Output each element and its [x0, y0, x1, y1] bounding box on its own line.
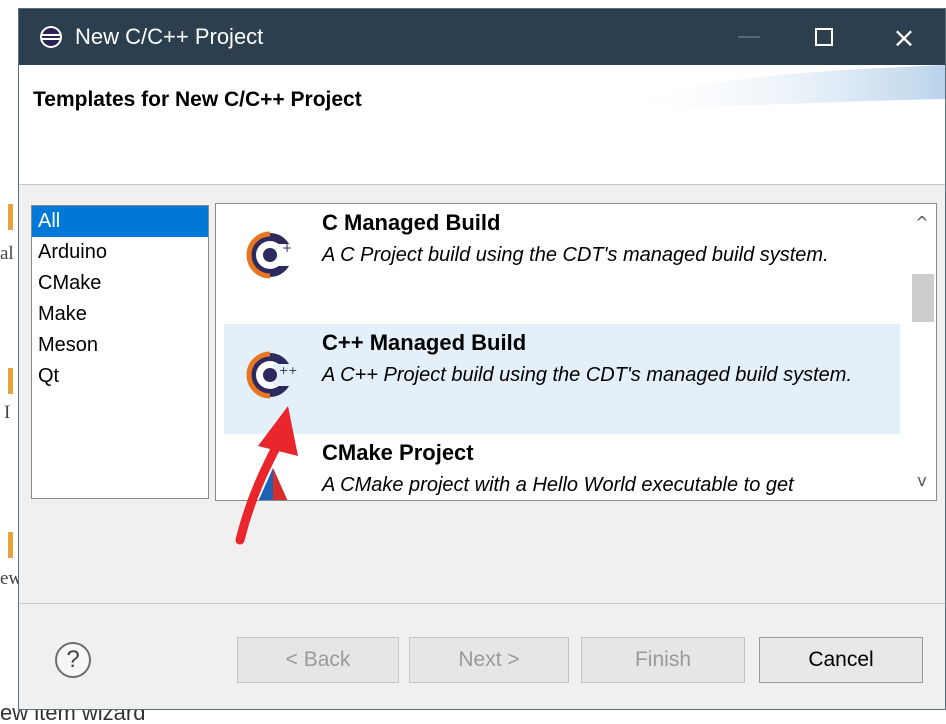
eclipse-icon [40, 26, 62, 48]
template-item-cmake-project[interactable]: CMake Project A CMake project with a Hel… [224, 434, 900, 500]
maximize-icon [815, 28, 833, 46]
template-list-scrollbar[interactable]: ^ v [908, 204, 936, 500]
template-description: A C++ Project build using the CDT's mana… [322, 364, 852, 386]
title-bar[interactable]: New C/C++ Project × [19, 9, 945, 65]
background-text-fragment: I [4, 402, 11, 423]
background-highlight [8, 368, 13, 394]
back-button[interactable]: < Back [237, 637, 399, 683]
template-list[interactable]: + C Managed Build A C Project build usin… [215, 203, 937, 501]
annotation-arrow-icon [235, 406, 298, 545]
category-item-make[interactable]: Make [32, 299, 208, 330]
minimize-button[interactable] [709, 9, 789, 65]
svg-text:++: ++ [279, 364, 297, 377]
close-button[interactable]: × [864, 9, 944, 65]
template-description: A C Project build using the CDT's manage… [322, 244, 829, 266]
category-item-qt[interactable]: Qt [32, 361, 208, 392]
new-project-dialog: New C/C++ Project × Templates for New C/… [18, 8, 946, 710]
maximize-button[interactable] [784, 9, 864, 65]
category-list[interactable]: All Arduino CMake Make Meson Qt [31, 205, 209, 499]
template-name: C++ Managed Build [322, 330, 527, 355]
template-name: CMake Project [322, 440, 474, 465]
cdt-c-icon: + [246, 231, 293, 279]
page-title: Templates for New C/C++ Project [33, 88, 362, 111]
finish-button[interactable]: Finish [581, 637, 745, 683]
template-description: A CMake project with a Hello World execu… [322, 474, 794, 496]
template-name: C Managed Build [322, 210, 501, 235]
category-item-all[interactable]: All [32, 206, 208, 237]
scroll-down-icon[interactable]: v [908, 468, 936, 494]
template-item-cpp-managed-build[interactable]: ++ C++ Managed Build A C++ Project build… [224, 324, 900, 434]
minimize-icon [738, 36, 760, 38]
background-highlight [8, 532, 13, 558]
cancel-button[interactable]: Cancel [759, 637, 923, 683]
category-item-arduino[interactable]: Arduino [32, 237, 208, 268]
help-button[interactable]: ? [55, 642, 91, 678]
svg-text:+: + [282, 241, 292, 255]
header-banner-graphic [615, 65, 945, 109]
wizard-header: Templates for New C/C++ Project [19, 65, 945, 185]
scroll-up-icon[interactable]: ^ [908, 210, 936, 236]
template-item-c-managed-build[interactable]: + C Managed Build A C Project build usin… [224, 204, 900, 314]
window-title: New C/C++ Project [75, 24, 264, 49]
cdt-cpp-icon: ++ [246, 351, 297, 399]
footer-divider [19, 603, 945, 604]
next-button[interactable]: Next > [409, 637, 569, 683]
scrollbar-thumb[interactable] [912, 274, 934, 322]
category-item-cmake[interactable]: CMake [32, 268, 208, 299]
close-icon: × [892, 20, 916, 54]
background-highlight [8, 204, 13, 230]
category-item-meson[interactable]: Meson [32, 330, 208, 361]
background-text-fragment: al [0, 243, 14, 264]
